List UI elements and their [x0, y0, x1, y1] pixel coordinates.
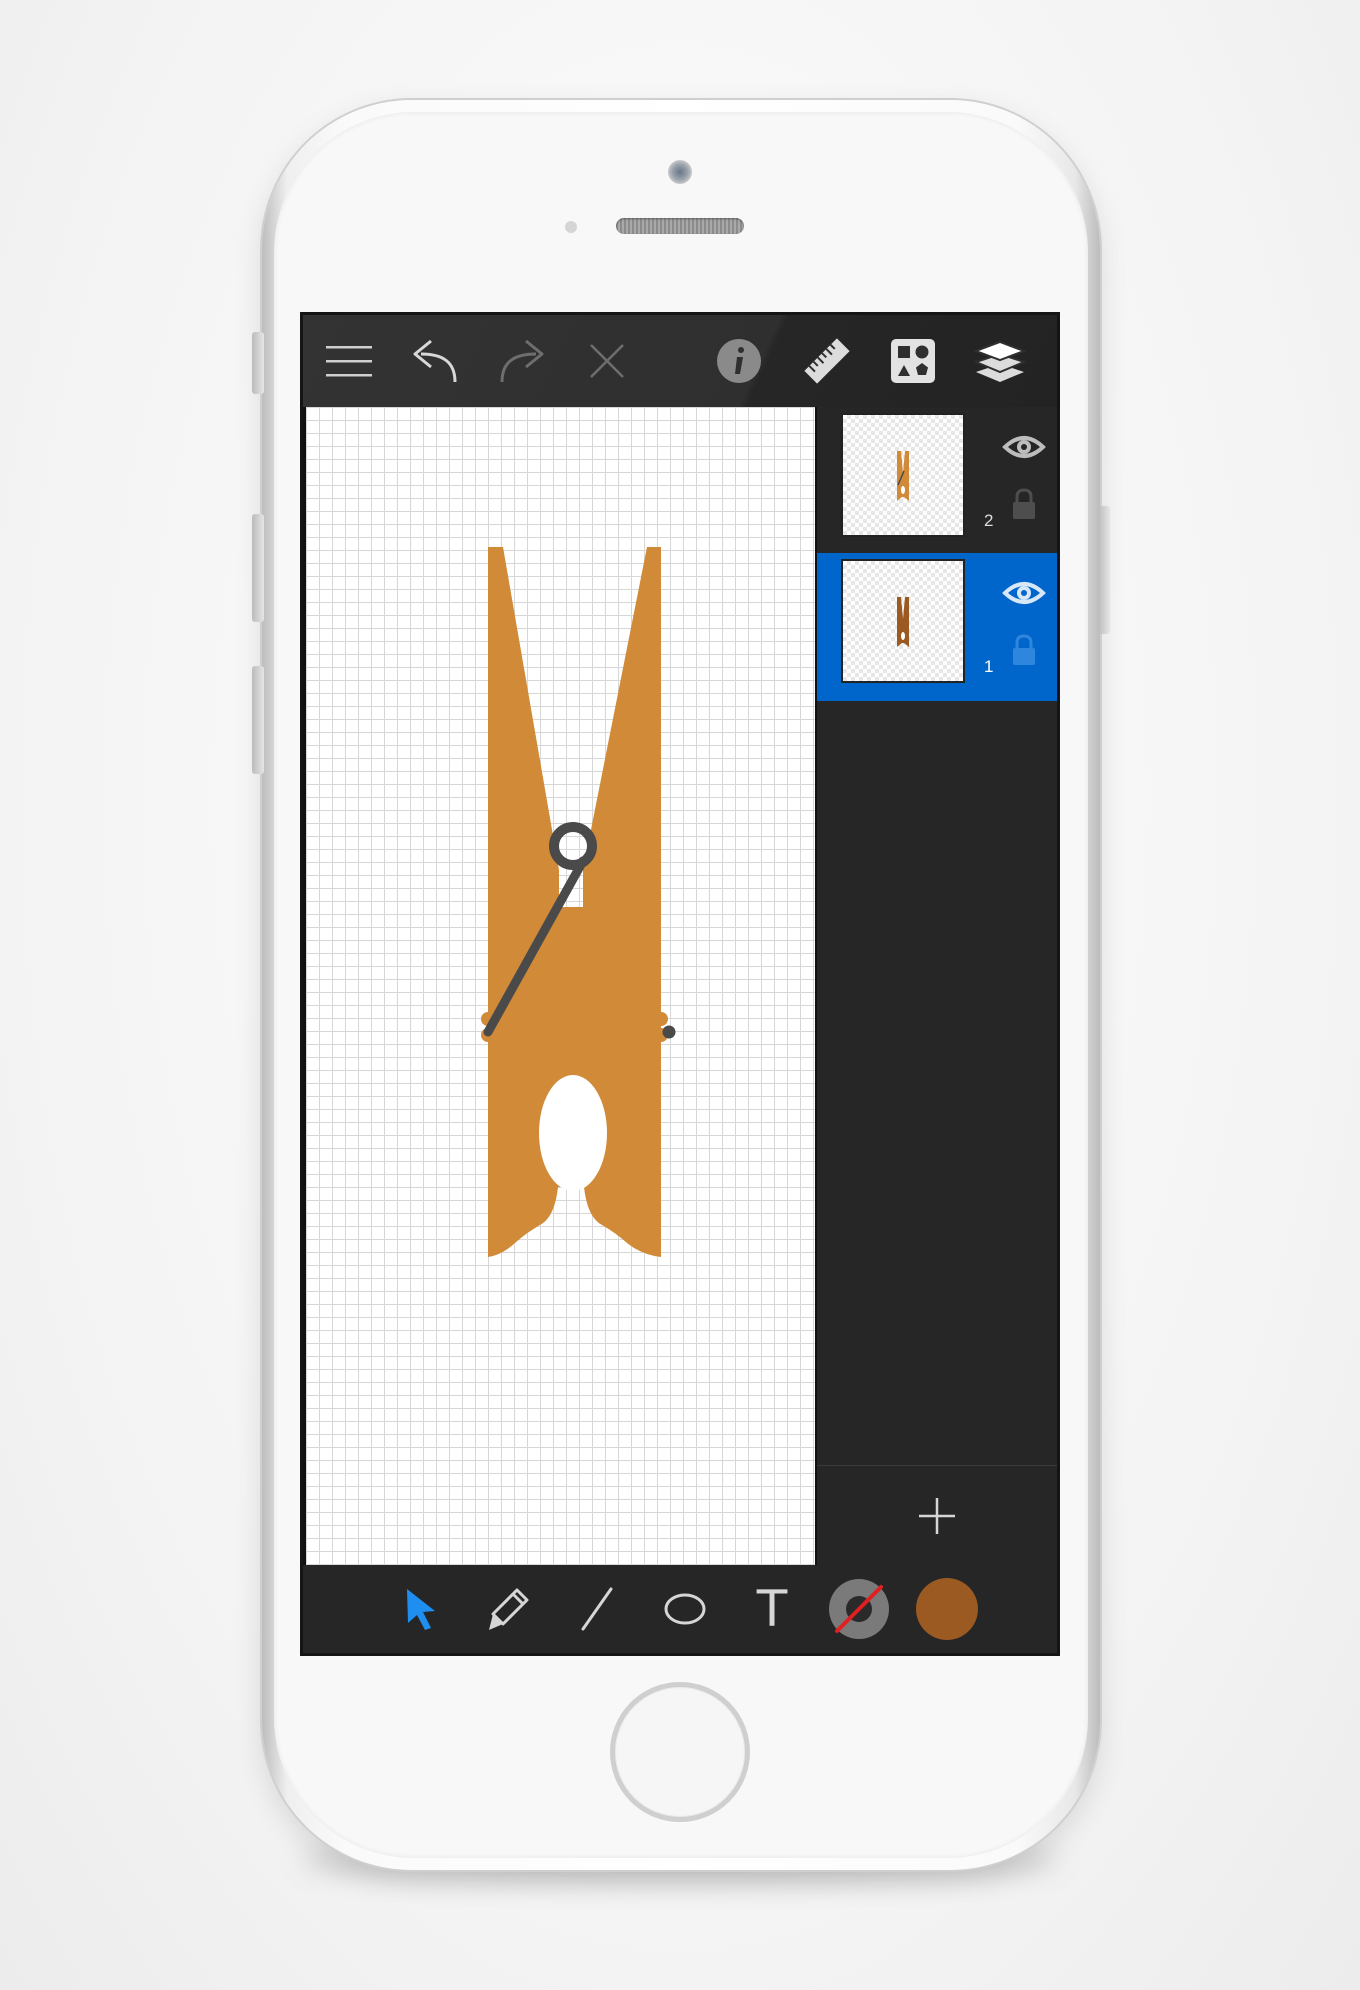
power-button [1098, 506, 1110, 634]
stroke-color-button[interactable] [827, 1577, 891, 1641]
fill-color-button[interactable] [915, 1577, 979, 1641]
home-button[interactable] [610, 1682, 750, 1822]
redo-button[interactable] [490, 329, 554, 393]
fill-color-icon [916, 1578, 978, 1640]
earpiece-speaker [616, 218, 744, 234]
front-camera [668, 160, 692, 184]
top-toolbar [303, 315, 1057, 407]
text-tool-button[interactable]: T [740, 1577, 804, 1641]
volume-down-button [252, 666, 264, 774]
drawing-canvas[interactable] [306, 407, 815, 1565]
bottom-toolbar: T [303, 1565, 1057, 1653]
proximity-sensor [565, 221, 577, 233]
hamburger-menu-icon [326, 346, 372, 377]
layer-thumbnail-clothespin [897, 597, 909, 647]
line-tool-button[interactable] [565, 1577, 629, 1641]
layer-thumbnail[interactable] [841, 413, 965, 537]
add-layer-button[interactable] [817, 1465, 1057, 1566]
layers-panel: 2 1 [817, 407, 1057, 1565]
layer-row-2[interactable]: 2 [817, 407, 1057, 555]
layer-number: 2 [984, 511, 994, 530]
close-icon [590, 344, 624, 378]
ruler-icon [804, 338, 850, 384]
stroke-color-icon [829, 1579, 889, 1639]
pencil-tool-button[interactable] [477, 1577, 541, 1641]
layer-row-1[interactable]: 1 [817, 553, 1057, 701]
ruler-button[interactable] [795, 329, 859, 393]
mute-switch [252, 332, 264, 394]
clothespin-drawing[interactable] [306, 407, 815, 1565]
eye-icon[interactable] [1002, 425, 1046, 469]
layer-thumbnail-clothespin [897, 451, 909, 501]
menu-button[interactable] [317, 329, 381, 393]
layer-number: 1 [984, 657, 994, 676]
volume-up-button [252, 514, 264, 622]
pencil-icon [489, 1588, 529, 1630]
clothespin-bump-right-top [654, 1012, 668, 1026]
ellipse-tool-button[interactable] [653, 1577, 717, 1641]
app-screen: 2 1 T [300, 312, 1060, 1656]
lock-icon[interactable] [1010, 487, 1038, 521]
plus-icon [919, 1498, 955, 1534]
layer-thumbnail[interactable] [841, 559, 965, 683]
arrow-cursor-icon [407, 1589, 435, 1630]
info-icon [717, 339, 761, 383]
delete-button[interactable] [575, 329, 639, 393]
clothespin-spring-end [662, 1025, 676, 1039]
undo-icon [413, 339, 457, 383]
shapes-icon [891, 339, 935, 383]
eye-icon[interactable] [1002, 571, 1046, 615]
redo-icon [500, 339, 544, 383]
undo-button[interactable] [403, 329, 467, 393]
clothespin-hole [539, 1075, 607, 1191]
layers-icon [974, 340, 1026, 382]
info-button[interactable] [707, 329, 771, 393]
ellipse-icon [664, 1593, 706, 1625]
clothespin-spring-coil[interactable] [549, 822, 597, 870]
text-icon: T [756, 1580, 788, 1638]
lock-icon[interactable] [1010, 633, 1038, 667]
line-icon [581, 1587, 613, 1631]
select-tool-button[interactable] [389, 1577, 453, 1641]
layers-button[interactable] [968, 329, 1032, 393]
shapes-button[interactable] [881, 329, 945, 393]
